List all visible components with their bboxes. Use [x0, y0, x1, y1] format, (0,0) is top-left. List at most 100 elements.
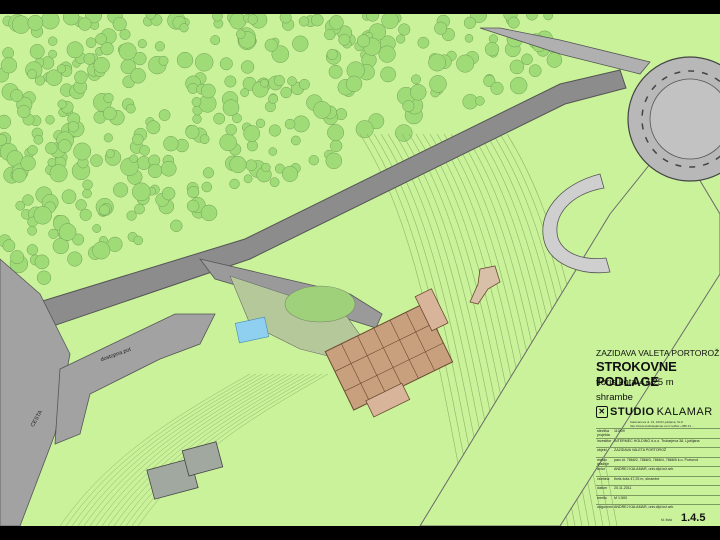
title-block-value: tloris kota 47,25 m, shrambe [614, 476, 660, 481]
existing-houses [146, 441, 224, 500]
tree-symbol [464, 34, 474, 43]
tree-symbol [298, 16, 309, 27]
tree-symbol [313, 101, 331, 119]
tree-symbol [245, 159, 257, 171]
tree-symbol [93, 57, 110, 74]
tree-symbol [326, 48, 338, 60]
tree-symbol [510, 76, 528, 95]
tree-symbol [130, 68, 146, 84]
tree-symbol [83, 53, 96, 65]
tree-symbol [129, 154, 138, 163]
tree-symbol [49, 164, 68, 183]
tree-symbol [268, 147, 278, 156]
tree-symbol [308, 155, 319, 166]
tree-symbol [229, 155, 247, 174]
studio-address: Kalamarova ul. 19, 1000 Ljubljana, SLO h… [630, 420, 720, 428]
tree-symbol [187, 186, 200, 199]
tree-symbol [402, 100, 415, 113]
tree-symbol [33, 206, 52, 225]
pool [234, 316, 270, 344]
tree-symbol [260, 78, 269, 88]
tree-symbol [456, 54, 475, 73]
tree-symbol [158, 55, 169, 66]
tree-symbol [58, 223, 77, 241]
tree-symbol [490, 81, 504, 95]
studio-logo: ✕ STUDIO KALAMAR [596, 406, 720, 418]
tree-symbol [224, 75, 237, 88]
title-block-key: objekt [597, 448, 607, 452]
title-block-key: avtor [597, 467, 605, 471]
tree-symbol [0, 57, 18, 74]
tree-symbol [284, 118, 296, 130]
contour-line [125, 373, 317, 526]
tree-symbol [327, 124, 345, 142]
tree-symbol [132, 133, 144, 146]
tree-symbol [132, 182, 151, 202]
tree-symbol [66, 41, 84, 59]
tree-symbol [29, 44, 45, 59]
tree-symbol [507, 16, 520, 29]
site-plan-sheet: CESTA dostopna pot ZAZIDAVA VALETA PORTO… [0, 14, 720, 526]
tree-symbol [219, 57, 233, 71]
studio-name-bold: STUDIO [610, 406, 655, 418]
tree-symbol [298, 78, 310, 90]
tree-symbol [176, 51, 194, 69]
tree-symbol [200, 204, 218, 222]
roundabout [627, 56, 720, 182]
small-pavilion [469, 265, 501, 305]
tree-symbol [329, 15, 344, 30]
tree-symbol [381, 14, 399, 30]
tree-symbol [134, 203, 145, 215]
title-block-value: 20.11.2011 [614, 486, 632, 490]
tree-symbol [92, 241, 111, 260]
tree-symbol [509, 59, 525, 75]
tree-symbol [185, 124, 200, 140]
tree-symbol [48, 36, 58, 46]
tree-symbol [112, 17, 127, 32]
tree-symbol [268, 93, 279, 104]
tree-symbol [36, 270, 52, 285]
tree-symbol [398, 23, 411, 36]
tree-symbol [48, 228, 59, 239]
tree-symbol [79, 208, 92, 221]
tree-symbol [355, 120, 374, 139]
contour-line [65, 373, 257, 526]
tree-symbol [236, 29, 246, 39]
tree-symbol [273, 75, 285, 87]
title-block-key: datum [597, 486, 607, 490]
tree-symbol [125, 103, 136, 114]
tree-symbol [57, 99, 67, 109]
tree-symbol [240, 88, 249, 97]
contour-line [137, 373, 329, 526]
tree-symbol [264, 38, 278, 52]
tree-symbol [75, 199, 87, 211]
tree-symbol [488, 34, 498, 44]
tree-symbol [330, 139, 343, 153]
tree-symbol [41, 14, 60, 30]
tree-symbol [345, 75, 363, 92]
tree-symbol [246, 140, 258, 152]
tree-clusters [0, 14, 563, 300]
tree-symbol [268, 124, 281, 137]
tree-symbol [17, 104, 31, 119]
tree-symbol [103, 133, 113, 143]
title-block-value: M 1:500 [614, 495, 627, 500]
tree-symbol [311, 14, 324, 27]
sheet-label: št. lista [661, 518, 672, 522]
tree-symbol [281, 165, 299, 182]
tree-symbol [34, 254, 50, 270]
tree-symbol [417, 36, 430, 49]
tree-symbol [82, 179, 93, 190]
tree-symbol [27, 145, 38, 156]
tree-symbol [0, 114, 12, 130]
tree-symbol [22, 194, 34, 206]
title-block-value: INTERMEC HOLDING d.o.o. Trubarjeva 38, L… [614, 438, 700, 443]
tree-symbol [179, 23, 189, 33]
tree-symbol [356, 34, 371, 48]
tree-symbol [325, 152, 343, 170]
tree-symbol [219, 133, 237, 152]
tree-symbol [67, 121, 79, 133]
tree-symbol [170, 219, 183, 232]
tree-symbol [213, 112, 226, 125]
tree-symbol [2, 47, 15, 59]
